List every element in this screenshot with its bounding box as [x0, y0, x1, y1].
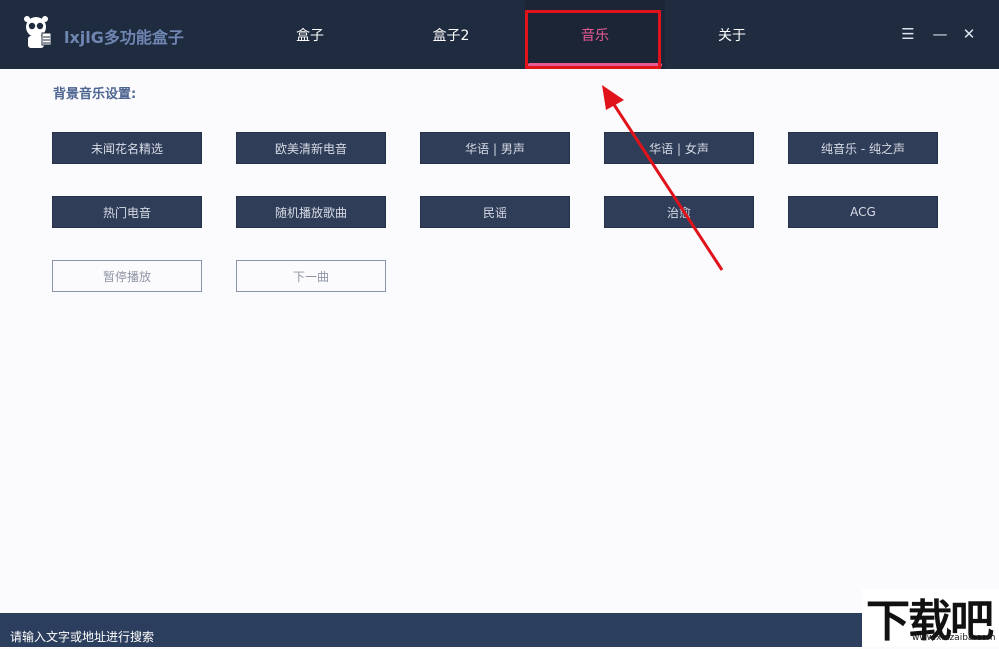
menu-icon[interactable]: ☰	[898, 24, 918, 44]
music-category-button[interactable]: 华语 | 女声	[604, 132, 754, 164]
app-title: lxjlG多功能盒子	[64, 28, 184, 47]
music-category-button[interactable]: 民谣	[420, 196, 570, 228]
music-category-button[interactable]: 治愈	[604, 196, 754, 228]
music-category-button[interactable]: 纯音乐 - 纯之声	[788, 132, 938, 164]
music-category-button[interactable]: 华语 | 男声	[420, 132, 570, 164]
music-category-button[interactable]: 热门电音	[52, 196, 202, 228]
tab-about[interactable]: 关于	[662, 0, 802, 69]
next-track-button[interactable]: 下一曲	[236, 260, 386, 292]
music-category-button[interactable]: ACG	[788, 196, 938, 228]
panda-mascot-icon	[24, 16, 52, 48]
tab-box[interactable]: 盒子	[240, 0, 380, 69]
music-category-button[interactable]: 随机播放歌曲	[236, 196, 386, 228]
annotation-highlight-box	[525, 10, 661, 69]
section-label-background-music: 背景音乐设置:	[53, 87, 137, 102]
title-bar: lxjlG多功能盒子 盒子 盒子2 音乐 关于 ☰ — ✕	[0, 0, 999, 69]
music-category-button[interactable]: 欧美清新电音	[236, 132, 386, 164]
watermark-logo: 下载吧 www.xiazaiba.com	[862, 589, 999, 647]
search-placeholder[interactable]: 请输入文字或地址进行搜索	[10, 628, 154, 645]
annotation-arrow	[602, 85, 724, 271]
close-icon[interactable]: ✕	[959, 24, 979, 44]
minimize-icon[interactable]: —	[930, 24, 950, 44]
watermark-url: www.xiazaiba.com	[912, 633, 996, 643]
tab-box2[interactable]: 盒子2	[381, 0, 521, 69]
pause-button[interactable]: 暂停播放	[52, 260, 202, 292]
music-category-button[interactable]: 未闻花名精选	[52, 132, 202, 164]
